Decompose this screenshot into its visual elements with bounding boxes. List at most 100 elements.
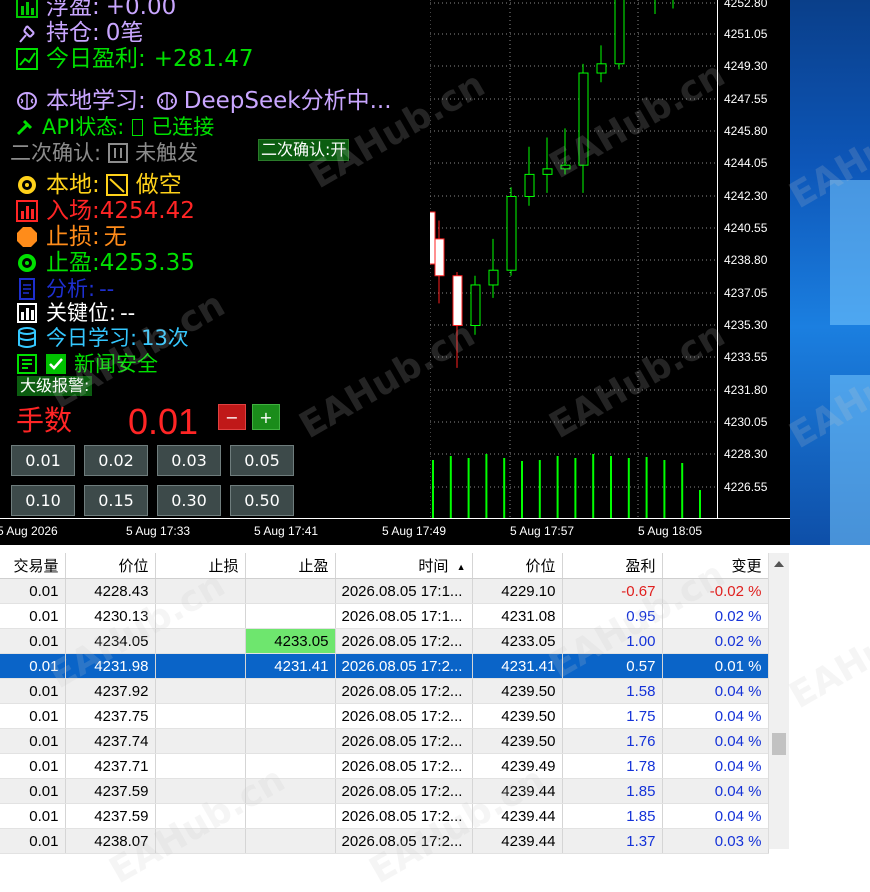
positions-table[interactable]: 交易量 价位 止损 止盈 时间 ▲ 价位 盈利 变更 0.01 4228.43 20… [0, 553, 769, 854]
lot-button-0-50[interactable]: 0.50 [230, 485, 294, 516]
cell-profit: 1.78 [562, 753, 663, 779]
price-tick-label: 4228.30 [724, 447, 768, 461]
column-header-time[interactable]: 时间 ▲ [335, 553, 473, 579]
floating-profit-row: 浮盈: +0.00 [14, 0, 176, 20]
lot-button-0-02[interactable]: 0.02 [84, 445, 148, 476]
cell-change: 0.04 % [662, 778, 769, 804]
column-header-stop-loss[interactable]: 止损 [155, 553, 246, 579]
price-tick-label: 4252.80 [724, 0, 768, 10]
scroll-up-icon[interactable] [774, 561, 784, 567]
price-tick-label: 4233.55 [724, 350, 768, 364]
cell-open-price: 4237.59 [65, 803, 156, 829]
table-row[interactable]: 0.01 4237.92 2026.08.05 17:2... 4239.50 1.58… [0, 678, 769, 704]
cell-volume: 0.01 [0, 603, 66, 629]
cell-take-profit [245, 703, 336, 729]
candlestick-chart[interactable] [430, 0, 717, 518]
cell-current-price: 4239.50 [472, 678, 563, 704]
column-header-volume[interactable]: 交易量 [0, 553, 66, 579]
windows-logo-pane [830, 375, 870, 545]
price-tick-label: 4245.80 [724, 124, 768, 138]
cell-stop-loss [155, 803, 246, 829]
target-icon [14, 250, 40, 276]
column-header-take-profit[interactable]: 止盈 [245, 553, 336, 579]
table-scrollbar[interactable] [768, 553, 789, 849]
column-header-profit[interactable]: 盈利 [562, 553, 663, 579]
cell-current-price: 4231.08 [472, 603, 563, 629]
lot-button-0-03[interactable]: 0.03 [157, 445, 221, 476]
lots-label: 手数 [16, 404, 73, 437]
column-header-current-price[interactable]: 价位 [472, 553, 563, 579]
cell-take-profit [245, 828, 336, 854]
table-row[interactable]: 0.01 4237.71 2026.08.05 17:2... 4239.49 1.78… [0, 753, 769, 779]
time-axis[interactable]: 5 Aug 2026 5 Aug 17:33 5 Aug 17:41 5 Aug… [0, 518, 790, 545]
today-profit-row: 今日盈利: +281.47 [14, 46, 254, 72]
table-row[interactable]: 0.01 4234.05 4233.05 2026.08.05 17:2... 4233… [0, 628, 769, 654]
alert-button[interactable]: 大级报警: [17, 376, 93, 396]
trade-terminal[interactable]: 交易量 价位 止损 止盈 时间 ▲ 价位 盈利 变更 0.01 4228.43 20… [0, 545, 870, 854]
cell-volume: 0.01 [0, 803, 66, 829]
learning-today-row: 今日学习: 13次 [14, 325, 189, 351]
scrollbar-thumb[interactable] [772, 733, 786, 755]
learning-today-value: 13次 [141, 326, 189, 350]
cell-current-price: 4231.41 [472, 653, 563, 679]
analysis-label: 分析: [46, 277, 96, 301]
cell-volume: 0.01 [0, 628, 66, 654]
time-header-label: 时间 [418, 558, 449, 575]
windows-logo-pane [830, 180, 870, 325]
price-tick-label: 4230.05 [724, 415, 768, 429]
lots-value: 0.01 [128, 401, 199, 442]
cell-change: 0.04 % [662, 803, 769, 829]
table-row[interactable]: 0.01 4237.59 2026.08.05 17:2... 4239.44 1.85… [0, 803, 769, 829]
pin-icon [14, 20, 40, 46]
second-confirm-button[interactable]: 二次确认:开 [258, 139, 350, 161]
table-row[interactable]: 0.01 4231.98 4231.41 2026.08.05 17:2... 4231… [0, 653, 769, 679]
time-tick-label: 5 Aug 2026 [0, 524, 58, 538]
cell-profit: 1.58 [562, 678, 663, 704]
cell-time: 2026.08.05 17:2... [335, 803, 473, 829]
table-header: 交易量 价位 止损 止盈 时间 ▲ 价位 盈利 变更 [0, 553, 769, 579]
lot-button-0-01[interactable]: 0.01 [11, 445, 75, 476]
cell-take-profit: 4233.05 [245, 628, 336, 654]
cell-time: 2026.08.05 17:1... [335, 603, 473, 629]
lot-button-0-05[interactable]: 0.05 [230, 445, 294, 476]
candle-body [452, 275, 463, 326]
cell-take-profit [245, 578, 336, 604]
local-signal-label: 本地: [46, 172, 100, 198]
column-header-change[interactable]: 变更 [662, 553, 769, 579]
ea-info-panel: 浮盈: +0.00 持仓: 0笔 今日盈利: +281.47 本地学习: Dee… [0, 0, 430, 520]
cell-open-price: 4237.92 [65, 678, 156, 704]
chart-window[interactable]: 浮盈: +0.00 持仓: 0笔 今日盈利: +281.47 本地学习: Dee… [0, 0, 790, 545]
cell-profit: 1.75 [562, 703, 663, 729]
bar-chart-icon [14, 300, 40, 326]
local-learning-value: DeepSeek分析中... [183, 88, 392, 114]
table-row[interactable]: 0.01 4237.75 2026.08.05 17:2... 4239.50 1.75… [0, 703, 769, 729]
cell-stop-loss [155, 753, 246, 779]
grid-lines [430, 0, 717, 518]
candle-body [470, 284, 481, 327]
lot-button-0-30[interactable]: 0.30 [157, 485, 221, 516]
cell-volume: 0.01 [0, 753, 66, 779]
cell-stop-loss [155, 703, 246, 729]
stop-loss-label: 止损: [46, 224, 100, 250]
column-header-open-price[interactable]: 价位 [65, 553, 156, 579]
table-row[interactable]: 0.01 4228.43 2026.08.05 17:1... 4229.10 -0.6… [0, 578, 769, 604]
document-icon [14, 276, 40, 302]
cell-take-profit [245, 803, 336, 829]
lot-plus-button[interactable]: + [252, 404, 280, 430]
today-profit-value: +281.47 [153, 46, 254, 72]
price-axis[interactable]: 4252.80 4251.05 4249.30 4247.55 4245.80 … [717, 0, 790, 518]
cell-volume: 0.01 [0, 678, 66, 704]
table-row[interactable]: 0.01 4230.13 2026.08.05 17:1... 4231.08 0.95… [0, 603, 769, 629]
cell-stop-loss [155, 628, 246, 654]
cell-take-profit [245, 728, 336, 754]
table-row[interactable]: 0.01 4238.07 2026.08.05 17:2... 4239.44 1.37… [0, 828, 769, 854]
cell-change: 0.04 % [662, 753, 769, 779]
table-row[interactable]: 0.01 4237.74 2026.08.05 17:2... 4239.50 1.76… [0, 728, 769, 754]
time-tick-label: 5 Aug 17:33 [126, 524, 191, 538]
lot-button-0-15[interactable]: 0.15 [84, 485, 148, 516]
lot-button-0-10[interactable]: 0.10 [11, 485, 75, 516]
lot-minus-button[interactable]: − [218, 404, 246, 430]
table-row[interactable]: 0.01 4237.59 2026.08.05 17:2... 4239.44 1.85… [0, 778, 769, 804]
news-label: 新闻安全 [74, 352, 158, 376]
price-tick-label: 4235.30 [724, 318, 768, 332]
